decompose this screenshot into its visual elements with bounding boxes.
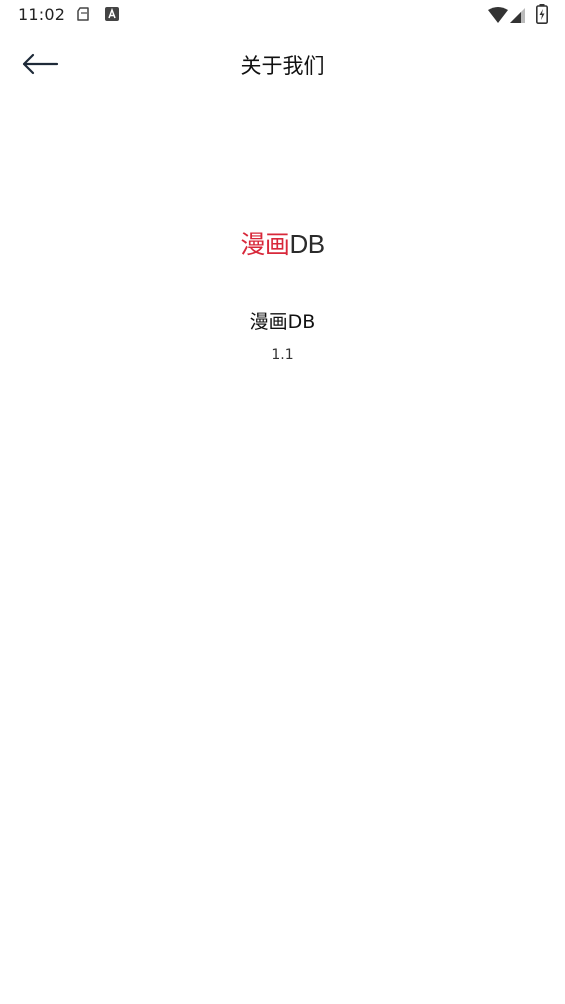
status-time: 11:02	[18, 5, 66, 24]
logo-cn-text: 漫画	[240, 230, 290, 259]
a-notification-icon	[105, 7, 119, 21]
battery-charging-icon	[536, 4, 548, 24]
app-name: 漫画DB	[249, 311, 316, 333]
app-version: 1.1	[271, 347, 294, 363]
page-title: 关于我们	[240, 54, 325, 78]
storage-notification-icon	[77, 7, 89, 21]
status-bar: 11:02	[0, 0, 565, 32]
wifi-icon	[488, 7, 508, 23]
logo-en-text: DB	[289, 229, 325, 259]
app-logo: 漫画DB	[0, 226, 565, 263]
toolbar: 关于我们	[0, 32, 565, 96]
cell-signal-icon	[510, 8, 525, 23]
